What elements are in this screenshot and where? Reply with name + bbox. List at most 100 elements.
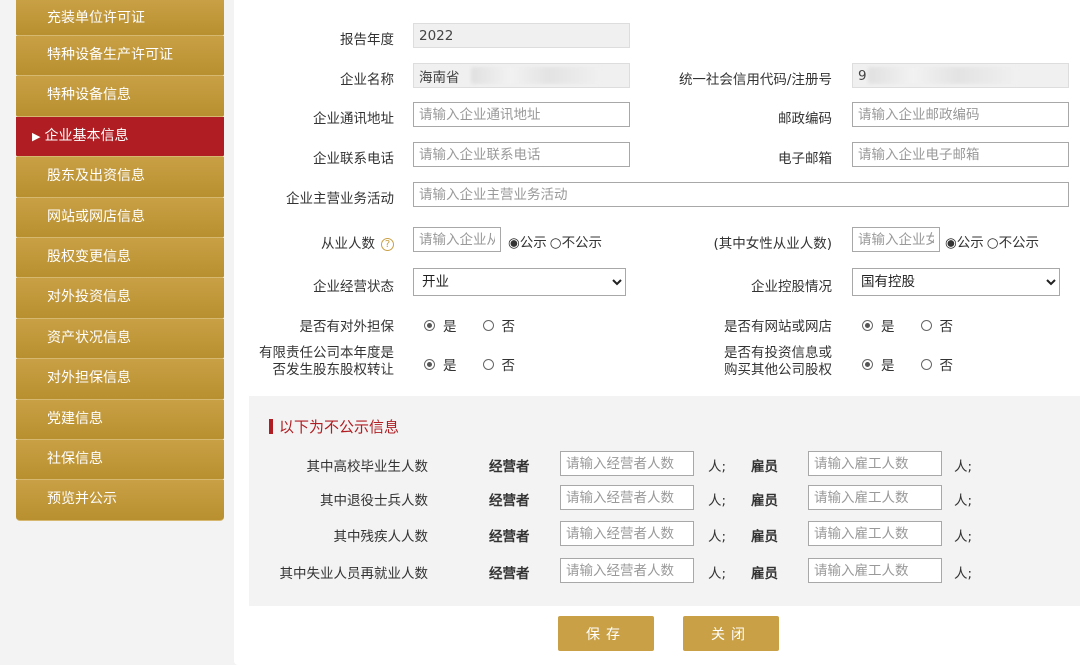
- graduates-operator-input[interactable]: [560, 451, 694, 476]
- business-status-label: 企业经营状态: [313, 279, 394, 295]
- radio-dot-icon: [920, 358, 932, 370]
- sidebar-item-social-security[interactable]: 社保信息: [16, 439, 224, 481]
- employees-private-radio[interactable]: ○不公示: [550, 231, 602, 251]
- radio-label: 否: [939, 358, 954, 374]
- company-name-label: 企业名称: [340, 72, 394, 88]
- website-group: 是 否: [862, 315, 979, 335]
- radio-label: 公示: [519, 235, 547, 251]
- row-label: 其中退役士兵人数: [320, 493, 428, 509]
- radio-label: 否: [939, 319, 954, 335]
- sidebar-item-preview-publish[interactable]: 预览并公示: [16, 480, 224, 521]
- label-line: 有限责任公司本年度是: [259, 345, 394, 361]
- employees-visibility-group: ◉公示 ○不公示: [505, 231, 602, 251]
- unit-label: 人;: [708, 566, 727, 582]
- equity-transfer-yes-radio[interactable]: 是: [424, 354, 457, 374]
- redacted-blur: [868, 67, 1018, 84]
- radio-label: 不公示: [561, 235, 603, 251]
- report-year-field[interactable]: [413, 23, 630, 48]
- sidebar-item-assets[interactable]: 资产状况信息: [16, 318, 224, 360]
- non-public-section: 以下为不公示信息 其中高校毕业生人数 经营者 人; 雇员 人; 其中退役士兵人数…: [249, 396, 1080, 606]
- question-mark-icon[interactable]: ?: [381, 238, 394, 251]
- unit-label: 人;: [954, 493, 973, 509]
- address-label: 企业通讯地址: [313, 111, 394, 127]
- sidebar-item-label: 党建信息: [47, 410, 103, 427]
- holding-status-select[interactable]: 国有控股: [852, 268, 1060, 296]
- investment-group: 是 否: [862, 354, 979, 374]
- female-employees-input[interactable]: [852, 227, 940, 252]
- sidebar-item-shareholders[interactable]: 股东及出资信息: [16, 157, 224, 198]
- reemployed-row: 其中失业人员再就业人数 经营者 人; 雇员 人;: [249, 558, 1080, 584]
- operator-label: 经营者: [489, 566, 530, 582]
- employee-label: 雇员: [751, 459, 778, 475]
- label-line: 购买其他公司股权: [724, 362, 832, 378]
- graduates-row: 其中高校毕业生人数 经营者 人; 雇员 人;: [249, 451, 1080, 477]
- external-guarantee-no-radio[interactable]: 否: [482, 315, 515, 335]
- main-business-input[interactable]: [413, 182, 1069, 207]
- row-label: 其中失业人员再就业人数: [279, 566, 429, 582]
- graduates-employee-input[interactable]: [808, 451, 942, 476]
- employees-label: 从业人数?: [321, 232, 394, 252]
- radio-label: 不公示: [998, 235, 1040, 251]
- holding-status-label: 企业控股情况: [751, 279, 832, 295]
- equity-transfer-no-radio[interactable]: 否: [482, 354, 515, 374]
- sidebar-item-label: 充装单位许可证: [47, 10, 145, 26]
- sidebar-item-basic-info[interactable]: ▶ 企业基本信息: [16, 116, 224, 158]
- address-input[interactable]: [413, 102, 630, 127]
- reemployed-employee-input[interactable]: [808, 558, 942, 583]
- employee-label: 雇员: [751, 529, 778, 545]
- equity-transfer-label: 有限责任公司本年度是 否发生股东股权转让: [259, 345, 394, 379]
- credit-code-wrapper: [852, 63, 1069, 88]
- website-yes-radio[interactable]: 是: [862, 315, 895, 335]
- website-label: 是否有网站或网店: [724, 319, 832, 335]
- veterans-operator-input[interactable]: [560, 485, 694, 510]
- radio-dot-icon: [482, 358, 494, 370]
- sidebar-item-special-equipment-license[interactable]: 特种设备生产许可证: [16, 36, 224, 77]
- operator-label: 经营者: [489, 459, 530, 475]
- close-button[interactable]: 关闭: [683, 616, 779, 651]
- sidebar-item-label: 资产状况信息: [47, 329, 131, 346]
- sidebar-item-label: 股东及出资信息: [47, 168, 145, 185]
- disabled-employee-input[interactable]: [808, 521, 942, 546]
- website-no-radio[interactable]: 否: [920, 315, 954, 335]
- reemployed-operator-input[interactable]: [560, 558, 694, 583]
- business-status-select[interactable]: 开业: [413, 268, 626, 296]
- unit-label: 人;: [708, 529, 727, 545]
- equity-transfer-group: 是 否: [424, 354, 541, 374]
- disabled-operator-input[interactable]: [560, 521, 694, 546]
- sidebar-item-party[interactable]: 党建信息: [16, 399, 224, 440]
- sidebar-item-label: 对外投资信息: [47, 289, 131, 306]
- radio-label: 公示: [956, 235, 984, 251]
- employees-input[interactable]: [413, 227, 501, 252]
- employees-public-radio[interactable]: ◉公示: [508, 231, 547, 251]
- sidebar-nav: ▶充装单位许可证 特种设备生产许可证 特种设备信息 ▶企业基本信息 股东及出资信…: [16, 0, 224, 521]
- female-employees-label: (其中女性从业人数): [713, 236, 832, 252]
- operator-label: 经营者: [489, 493, 530, 509]
- sidebar-item-equity-change[interactable]: 股权变更信息: [16, 237, 224, 279]
- label-line: 否发生股东股权转让: [272, 362, 395, 378]
- investment-label: 是否有投资信息或 购买其他公司股权: [724, 345, 832, 379]
- female-public-radio[interactable]: ◉公示: [945, 231, 984, 251]
- sidebar-item-special-equipment-info[interactable]: 特种设备信息: [16, 76, 224, 117]
- sidebar-item-investment[interactable]: 对外投资信息: [16, 278, 224, 319]
- postcode-input[interactable]: [852, 102, 1069, 127]
- investment-no-radio[interactable]: 否: [920, 354, 954, 374]
- investment-yes-radio[interactable]: 是: [862, 354, 895, 374]
- sidebar-item-guarantee[interactable]: 对外担保信息: [16, 359, 224, 400]
- radio-label: 是: [443, 358, 457, 374]
- disabled-row: 其中残疾人人数 经营者 人; 雇员 人;: [249, 521, 1080, 547]
- female-private-radio[interactable]: ○不公示: [987, 231, 1039, 251]
- email-input[interactable]: [852, 142, 1069, 167]
- sidebar-item-filling-license[interactable]: ▶充装单位许可证: [16, 0, 224, 36]
- sidebar-item-label: 特种设备信息: [47, 87, 131, 104]
- sidebar-item-label: 股权变更信息: [47, 248, 131, 265]
- credit-code-label: 统一社会信用代码/注册号: [678, 72, 832, 88]
- save-button[interactable]: 保存: [558, 616, 654, 651]
- sidebar-item-label: 企业基本信息: [44, 127, 129, 144]
- veterans-employee-input[interactable]: [808, 485, 942, 510]
- sidebar-item-website[interactable]: 网站或网店信息: [16, 197, 224, 238]
- unit-label: 人;: [708, 459, 727, 475]
- female-employees-visibility-group: ◉公示 ○不公示: [942, 231, 1039, 251]
- external-guarantee-yes-radio[interactable]: 是: [424, 315, 457, 335]
- phone-input[interactable]: [413, 142, 630, 167]
- radio-label: 是: [881, 358, 895, 374]
